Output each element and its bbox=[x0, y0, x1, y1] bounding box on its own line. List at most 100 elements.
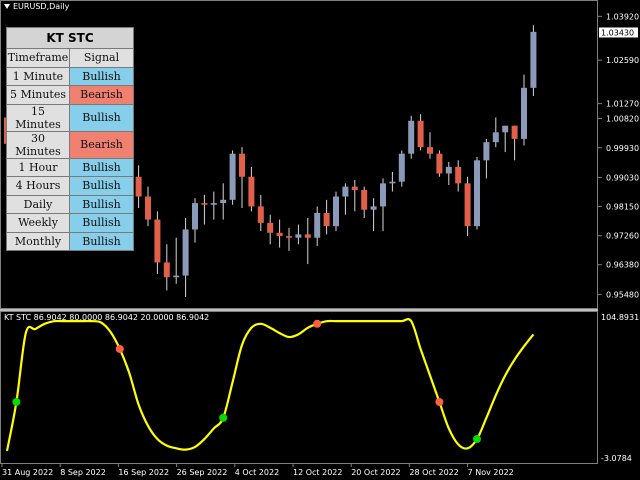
price-tick-label: 1.00820 bbox=[606, 114, 639, 123]
price-tick-label: 0.98150 bbox=[606, 202, 639, 211]
candle-body bbox=[530, 31, 537, 88]
timeframe-cell: 1 Hour bbox=[6, 157, 70, 177]
table-row: Monthly Bullish bbox=[6, 231, 134, 251]
candle-body bbox=[248, 176, 255, 207]
candle-body bbox=[351, 186, 358, 190]
table-row: 5 Minutes Bearish bbox=[6, 85, 134, 105]
signal-cell: Bullish bbox=[69, 66, 134, 86]
buy-signal-dot bbox=[219, 413, 228, 422]
time-tick-label: 31 Aug 2022 bbox=[2, 468, 53, 477]
price-tick-label: 0.96380 bbox=[606, 261, 639, 270]
timeframe-column-header: Timeframe bbox=[6, 48, 70, 68]
table-row: 15 Minutes Bullish bbox=[6, 103, 134, 132]
signal-table-header-row: Timeframe Signal bbox=[6, 48, 134, 68]
candle-body bbox=[192, 203, 198, 230]
candle-body bbox=[436, 153, 443, 174]
symbol-title[interactable]: EURUSD,Daily bbox=[4, 2, 69, 11]
table-row: 1 Minute Bullish bbox=[6, 66, 134, 86]
candle-body bbox=[502, 125, 509, 133]
candle-body bbox=[182, 229, 189, 276]
current-price-label: 1.03430 bbox=[601, 28, 634, 37]
signal-column-header: Signal bbox=[69, 48, 134, 68]
time-tick-label: 4 Oct 2022 bbox=[235, 468, 279, 477]
candle-body bbox=[173, 275, 180, 278]
symbol-title-text: EURUSD,Daily bbox=[13, 2, 70, 11]
candle-body bbox=[267, 222, 274, 233]
timeframe-cell: Weekly bbox=[6, 213, 70, 233]
candle-body bbox=[474, 160, 480, 227]
stc-line bbox=[5, 318, 535, 452]
signal-cell: Bullish bbox=[69, 231, 134, 251]
candle-body bbox=[154, 219, 161, 263]
candle-body bbox=[445, 166, 452, 174]
buy-signal-dot bbox=[12, 397, 21, 406]
time-tick-label: 12 Oct 2022 bbox=[293, 468, 342, 477]
candle-body bbox=[257, 206, 264, 223]
time-tick-label: 20 Oct 2022 bbox=[351, 468, 400, 477]
sell-signal-dot bbox=[435, 397, 444, 406]
stc-layer bbox=[5, 318, 535, 452]
candle-body bbox=[314, 213, 321, 238]
price-axis: 1.03920 1.02590 1.01270 1.00820 0.99930 0.990… bbox=[598, 12, 639, 299]
signal-cell: Bullish bbox=[69, 103, 134, 132]
candle-body bbox=[229, 153, 236, 200]
timeframe-cell: 30 Minutes bbox=[6, 130, 70, 159]
timeframe-cell: 4 Hours bbox=[6, 176, 70, 196]
candle-body bbox=[511, 125, 518, 139]
candle-body bbox=[286, 236, 292, 238]
sell-signal-dot bbox=[313, 319, 322, 328]
time-tick-label: 28 Oct 2022 bbox=[409, 468, 458, 477]
signal-cell: Bearish bbox=[69, 85, 134, 105]
time-tick-label: 8 Sep 2022 bbox=[60, 468, 106, 477]
signal-table-title: KT STC bbox=[6, 27, 134, 49]
timeframe-cell: 5 Minutes bbox=[6, 85, 70, 105]
signal-cell: Bullish bbox=[69, 176, 134, 196]
candle-body bbox=[342, 186, 349, 197]
candle-body bbox=[389, 181, 396, 184]
candle-body bbox=[483, 142, 490, 161]
price-tick-label: 1.02590 bbox=[606, 56, 639, 65]
candle-body bbox=[464, 183, 471, 227]
signal-table: KT STC Timeframe Signal 1 Minute Bullish … bbox=[6, 27, 134, 251]
candle-body bbox=[295, 234, 302, 238]
candle-body bbox=[370, 206, 377, 210]
candle-body bbox=[276, 232, 283, 237]
candle-body bbox=[398, 153, 405, 182]
indicator-title: KT STC 86.9042 80.0000 86.9042 20.0000 8… bbox=[4, 313, 210, 322]
table-row: 1 Hour Bullish bbox=[6, 157, 134, 177]
candle-body bbox=[408, 120, 415, 154]
candle-body bbox=[163, 262, 170, 278]
candle-body bbox=[145, 196, 151, 220]
candle-body bbox=[380, 183, 386, 207]
timeframe-cell: 1 Minute bbox=[6, 66, 70, 86]
table-row: Weekly Bullish bbox=[6, 213, 134, 233]
time-axis: 31 Aug 2022 8 Sep 2022 16 Sep 2022 26 Sep 2… bbox=[1, 463, 514, 477]
signal-cell: Bearish bbox=[69, 130, 134, 159]
price-tick-label: 0.99030 bbox=[606, 173, 639, 182]
candle-body bbox=[417, 120, 424, 148]
candle-body bbox=[323, 213, 330, 227]
timeframe-cell: 15 Minutes bbox=[6, 103, 70, 132]
time-tick-label: 16 Sep 2022 bbox=[118, 468, 169, 477]
indicator-top-label: 104.8931 bbox=[601, 313, 639, 322]
table-row: 30 Minutes Bearish bbox=[6, 130, 134, 159]
candle-body bbox=[492, 132, 499, 143]
time-tick-label: 26 Sep 2022 bbox=[177, 468, 228, 477]
table-row: Daily Bullish bbox=[6, 194, 134, 214]
candle-body bbox=[220, 199, 227, 204]
candle-body bbox=[239, 153, 245, 177]
sell-signal-dot bbox=[115, 344, 124, 353]
signal-cell: Bullish bbox=[69, 213, 134, 233]
price-tick-label: 0.97260 bbox=[606, 232, 639, 241]
table-row: 4 Hours Bullish bbox=[6, 176, 134, 196]
candle-body bbox=[427, 147, 433, 154]
candle-body bbox=[201, 203, 208, 205]
indicator-bottom-label: -3.0784 bbox=[601, 454, 632, 463]
candle-body bbox=[455, 166, 462, 184]
timeframe-cell: Monthly bbox=[6, 231, 70, 251]
dropdown-triangle-icon[interactable] bbox=[4, 4, 10, 9]
time-tick-label: 7 Nov 2022 bbox=[468, 468, 514, 477]
price-tick-label: 1.01270 bbox=[606, 100, 639, 109]
candle-body bbox=[521, 87, 527, 139]
signal-table-title-row: KT STC bbox=[6, 27, 134, 49]
